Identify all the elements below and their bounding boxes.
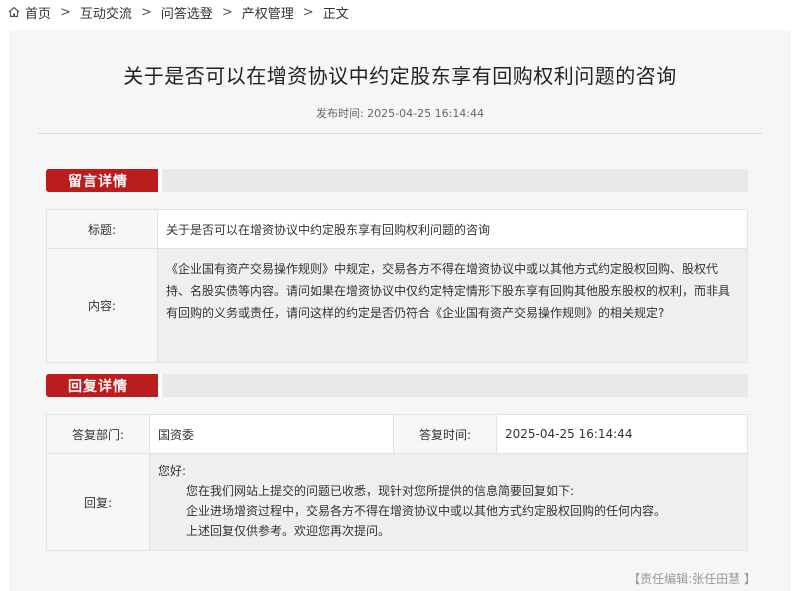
breadcrumb: 首页 > 互动交流 > 问答选登 > 产权管理 > 正文 bbox=[8, 3, 349, 22]
breadcrumb-separator: > bbox=[60, 4, 71, 20]
question-section-header: 留言详情 bbox=[46, 169, 748, 192]
tab-notch bbox=[158, 169, 162, 192]
title-divider bbox=[38, 133, 762, 134]
reply-line: 您在我们网站上提交的问题已收悉，现针对您所提供的信息简要回复如下: bbox=[186, 484, 575, 498]
question-content-row: 内容: 《企业国有资产交易操作规则》中规定，交易各方不得在增资协议中或以其他方式… bbox=[46, 248, 748, 363]
reply-content-row: 回复: 您好: 您在我们网站上提交的问题已收悉，现针对您所提供的信息简要回复如下… bbox=[46, 453, 748, 551]
reply-label: 回复: bbox=[46, 453, 150, 551]
reply-line: 上述回复仅供参考。欢迎您再次提问。 bbox=[186, 524, 391, 538]
question-section-tab: 留言详情 bbox=[46, 169, 158, 192]
question-title-label: 标题: bbox=[46, 209, 158, 249]
question-content-label: 内容: bbox=[46, 248, 158, 363]
question-table: 标题: 关于是否可以在增资协议中约定股东享有回购权利问题的咨询 内容: 《企业国… bbox=[46, 209, 748, 363]
breadcrumb-qa[interactable]: 问答选登 bbox=[161, 3, 213, 22]
breadcrumb-separator: > bbox=[140, 4, 152, 20]
reply-dept-value: 国资委 bbox=[149, 414, 394, 454]
question-title-value: 关于是否可以在增资协议中约定股东享有回购权利问题的咨询 bbox=[157, 209, 748, 249]
reply-meta-row: 答复部门: 国资委 答复时间: 2025-04-25 16:14:44 bbox=[46, 414, 748, 454]
reply-time-label: 答复时间: bbox=[393, 414, 497, 454]
question-section-title: 留言详情 bbox=[68, 174, 128, 190]
breadcrumb-separator: > bbox=[302, 4, 314, 20]
home-icon[interactable] bbox=[8, 6, 20, 18]
breadcrumb-home[interactable]: 首页 bbox=[25, 3, 51, 22]
reply-greeting: 您好: bbox=[158, 464, 187, 478]
question-title-row: 标题: 关于是否可以在增资协议中约定股东享有回购权利问题的咨询 bbox=[46, 209, 748, 249]
reply-time-value: 2025-04-25 16:14:44 bbox=[496, 414, 748, 454]
reply-section-title: 回复详情 bbox=[68, 379, 128, 395]
publish-time: 发布时间: 2025-04-25 16:14:44 bbox=[315, 107, 485, 120]
question-content-value: 《企业国有资产交易操作规则》中规定，交易各方不得在增资协议中或以其他方式约定股权… bbox=[157, 248, 748, 363]
reply-content: 您好: 您在我们网站上提交的问题已收悉，现针对您所提供的信息简要回复如下: 企业… bbox=[149, 453, 748, 551]
breadcrumb-current: 正文 bbox=[322, 6, 349, 22]
breadcrumb-interaction[interactable]: 互动交流 bbox=[80, 3, 132, 22]
page-title: 关于是否可以在增资协议中约定股东享有回购权利问题的咨询 bbox=[123, 64, 677, 88]
reply-section-header: 回复详情 bbox=[46, 374, 748, 397]
reply-table: 答复部门: 国资委 答复时间: 2025-04-25 16:14:44 回复: … bbox=[46, 414, 748, 551]
reply-section-tab: 回复详情 bbox=[46, 374, 158, 397]
breadcrumb-property-management[interactable]: 产权管理 bbox=[242, 3, 294, 22]
reply-line: 企业进场增资过程中，交易各方不得在增资协议中或以其他方式约定股权回购的任何内容。 bbox=[186, 504, 667, 518]
tab-notch bbox=[158, 374, 162, 397]
responsible-editor: 【责任编辑:张任田慧 】 bbox=[628, 572, 756, 586]
breadcrumb-separator: > bbox=[221, 4, 233, 20]
reply-dept-label: 答复部门: bbox=[46, 414, 150, 454]
